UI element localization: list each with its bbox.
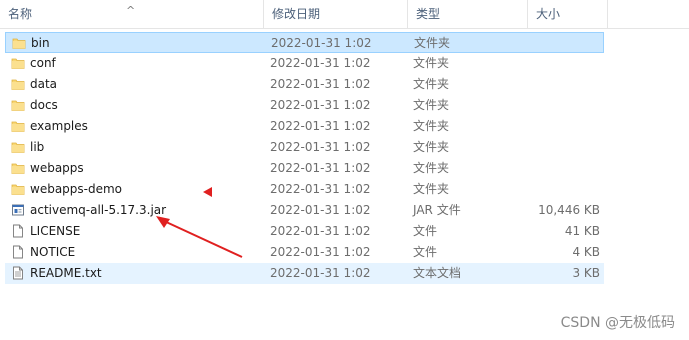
watermark: CSDN @无极低码	[560, 315, 675, 331]
annotation-triangle-marker	[203, 187, 212, 197]
annotation-arrow-head	[156, 216, 170, 228]
annotation-arrow-line	[163, 220, 243, 258]
annotation-layer	[156, 187, 243, 258]
